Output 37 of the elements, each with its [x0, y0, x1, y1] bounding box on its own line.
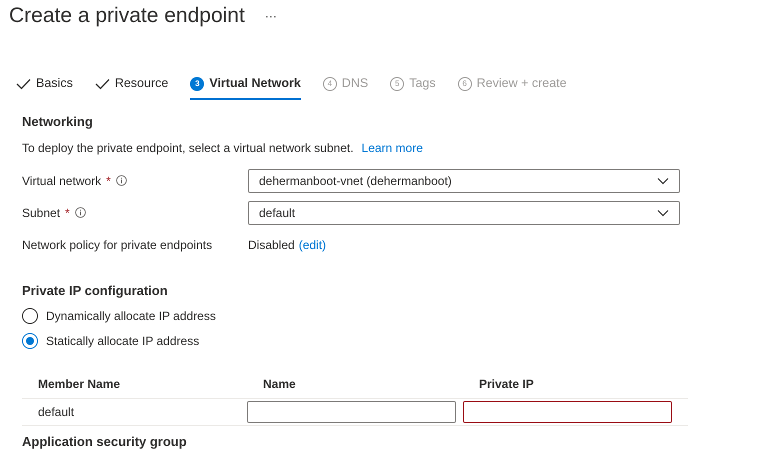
dropdown[interactable]: dehermanboot-vnet (dehermanboot)	[248, 168, 680, 193]
tab[interactable]: 3 Virtual Network	[190, 74, 301, 100]
learn-more-link[interactable]: Learn more	[362, 138, 423, 157]
edit-link[interactable]: (edit)	[298, 236, 326, 254]
radio-option[interactable]: Dynamically allocate IP address	[22, 307, 690, 326]
checkmark-icon	[16, 78, 31, 90]
field-label: Network policy for private endpoints	[22, 236, 212, 254]
name-field[interactable]	[247, 401, 456, 424]
description-text: To deploy the private endpoint, select a virtual network subnet.	[22, 140, 354, 157]
required-mark: *	[65, 204, 70, 222]
step-number: 4	[322, 76, 337, 91]
private-ip-field[interactable]	[463, 401, 672, 424]
dropdown[interactable]: default	[248, 200, 680, 225]
tab[interactable]: Basics	[16, 74, 73, 100]
table-cell: default	[22, 399, 247, 426]
more-button[interactable]: ···	[260, 6, 281, 25]
radio-button[interactable]	[22, 308, 38, 324]
column-header: Member Name	[22, 370, 247, 400]
radio-button[interactable]	[22, 333, 38, 350]
field-value: Disabled	[248, 236, 295, 254]
checkmark-icon	[94, 78, 110, 90]
chevron-down-icon	[657, 208, 669, 217]
step-number: 6	[458, 76, 472, 91]
step-number: 5	[390, 76, 404, 91]
field-label: Virtual network	[22, 172, 102, 190]
section-heading: Application security group	[22, 434, 188, 450]
column-header: Name	[247, 370, 463, 400]
tab[interactable]: Resource	[94, 74, 168, 100]
radio-option[interactable]: Statically allocate IP address	[22, 332, 690, 350]
page-title: Create a private endpoint	[9, 3, 245, 28]
section-heading: Networking	[22, 114, 94, 130]
field-label: Subnet	[22, 204, 60, 222]
section-heading: Private IP configuration	[22, 282, 169, 298]
chevron-down-icon	[657, 176, 669, 185]
column-header: Private IP	[463, 370, 688, 400]
required-mark: *	[106, 172, 111, 190]
step-number: 3	[190, 76, 204, 91]
